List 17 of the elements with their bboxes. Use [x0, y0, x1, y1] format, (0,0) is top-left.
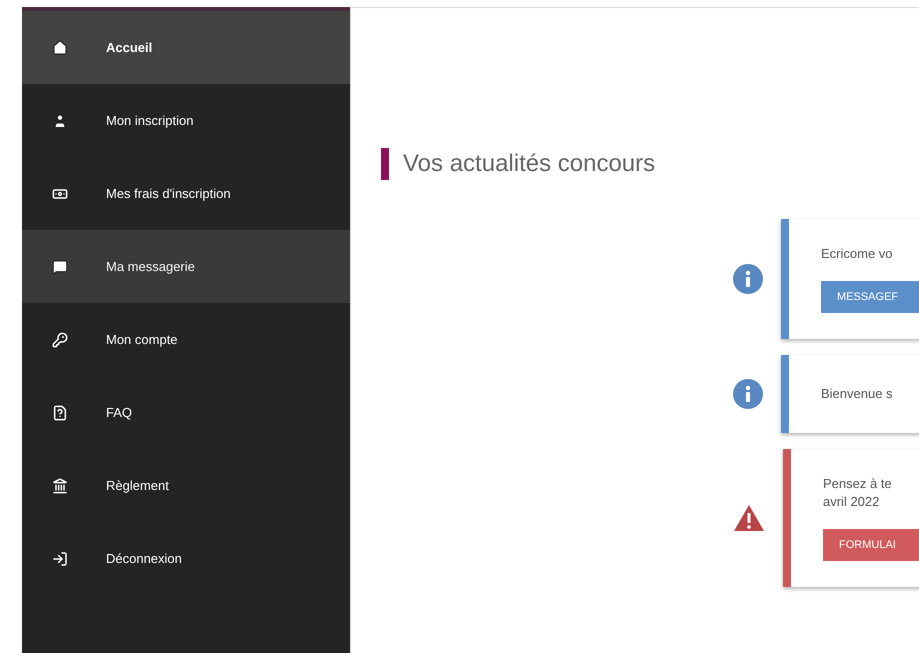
home-icon — [52, 40, 68, 56]
sidebar-item[interactable]: Ma messagerie — [22, 230, 350, 303]
key-icon — [52, 332, 68, 348]
heading-accent — [381, 148, 389, 180]
page-heading: Vos actualités concours — [403, 149, 656, 179]
chat-icon — [52, 258, 68, 274]
news-text: Ecricome vo — [821, 245, 894, 263]
warning-icon — [733, 504, 765, 532]
info-icon — [733, 379, 763, 409]
info-icon — [733, 264, 763, 294]
help-icon — [52, 404, 68, 420]
news-button[interactable]: FORMULAI — [823, 529, 919, 561]
bank-icon — [52, 478, 68, 494]
news-text: Bienvenue s — [821, 385, 893, 403]
logout-icon — [52, 550, 68, 566]
news-text: Pensez à te avril 2022 — [823, 475, 893, 511]
sidebar-item[interactable]: Accueil — [22, 11, 350, 84]
